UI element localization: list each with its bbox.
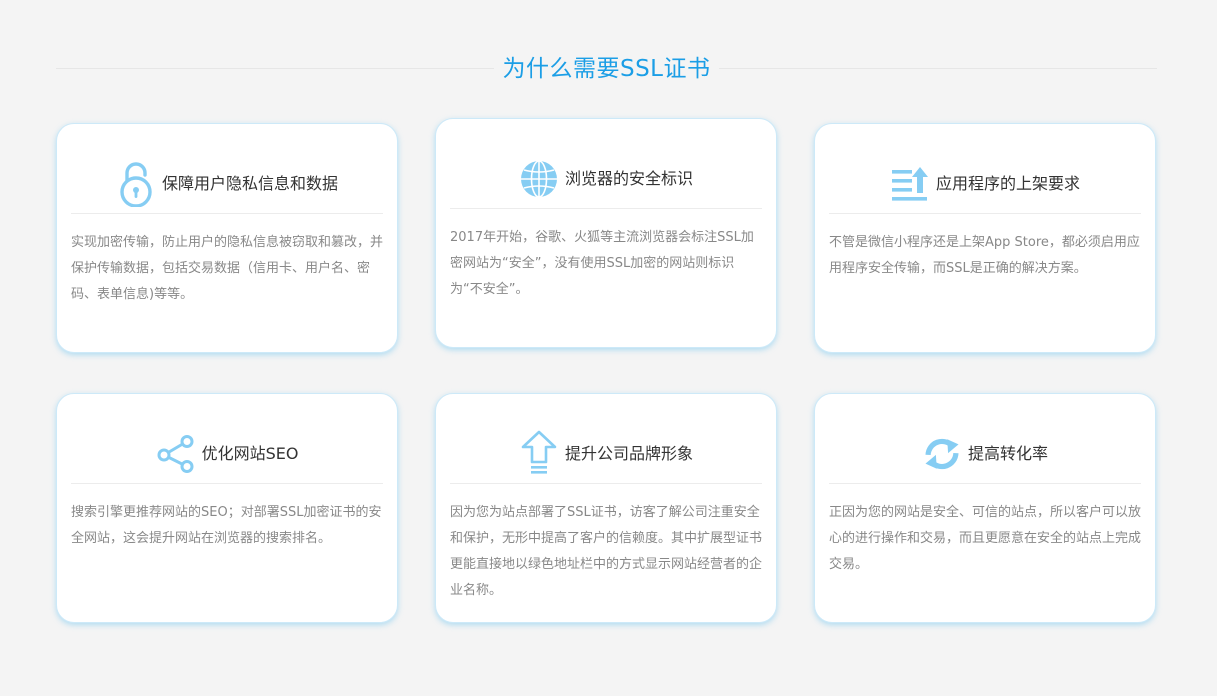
feature-card-privacy: 保障用户隐私信息和数据 实现加密传输，防止用户的隐私信息被窃取和篡改，并保护传输… [56, 123, 398, 353]
arrow-up-icon [519, 430, 559, 477]
card-header: 提高转化率 [829, 424, 1141, 484]
lock-icon [116, 161, 156, 207]
card-title: 保障用户隐私信息和数据 [161, 173, 338, 193]
section-title: 为什么需要SSL证书 [56, 54, 1157, 84]
card-header: 优化网站SEO [71, 424, 383, 484]
card-header: 保障用户隐私信息和数据 [71, 154, 383, 214]
card-title: 应用程序的上架要求 [935, 173, 1080, 193]
share-icon [156, 431, 196, 477]
card-header: 提升公司品牌形象 [450, 424, 762, 484]
globe-icon [519, 156, 559, 202]
feature-card-app-store: 应用程序的上架要求 不管是微信小程序还是上架App Store，都必须启用应用程… [814, 123, 1156, 353]
upload-list-icon [890, 161, 930, 207]
card-title: 优化网站SEO [201, 443, 299, 463]
card-description: 2017年开始，谷歌、火狐等主流浏览器会标注SSL加密网站为“安全”，没有使用S… [450, 230, 754, 297]
card-header: 应用程序的上架要求 [829, 154, 1141, 214]
card-title: 提高转化率 [967, 443, 1048, 463]
card-title: 浏览器的安全标识 [564, 168, 693, 188]
section-title-text: 为什么需要SSL证书 [494, 56, 719, 82]
card-description: 正因为您的网站是安全、可信的站点，所以客户可以放心的进行操作和交易，而且更愿意在… [829, 505, 1142, 572]
feature-card-brand: 提升公司品牌形象 因为您为站点部署了SSL证书，访客了解公司注重安全和保护，无形… [435, 393, 777, 623]
section-header: 为什么需要SSL证书 [56, 48, 1157, 92]
card-description: 不管是微信小程序还是上架App Store，都必须启用应用程序安全传输，而SSL… [829, 235, 1140, 276]
feature-card-browser: 浏览器的安全标识 2017年开始，谷歌、火狐等主流浏览器会标注SSL加密网站为“… [435, 118, 777, 348]
card-description: 实现加密传输，防止用户的隐私信息被窃取和篡改，并保护传输数据，包括交易数据（信用… [71, 235, 384, 302]
card-description: 搜索引擎更推荐网站的SEO；对部署SSL加密证书的安全网站，这会提升网站在浏览器… [71, 505, 382, 546]
card-description: 因为您为站点部署了SSL证书，访客了解公司注重安全和保护，无形中提高了客户的信赖… [450, 505, 763, 598]
refresh-icon [922, 431, 962, 477]
card-header: 浏览器的安全标识 [450, 149, 762, 209]
feature-card-seo: 优化网站SEO 搜索引擎更推荐网站的SEO；对部署SSL加密证书的安全网站，这会… [56, 393, 398, 623]
feature-card-conversion: 提高转化率 正因为您的网站是安全、可信的站点，所以客户可以放心的进行操作和交易，… [814, 393, 1156, 623]
card-title: 提升公司品牌形象 [564, 443, 693, 463]
